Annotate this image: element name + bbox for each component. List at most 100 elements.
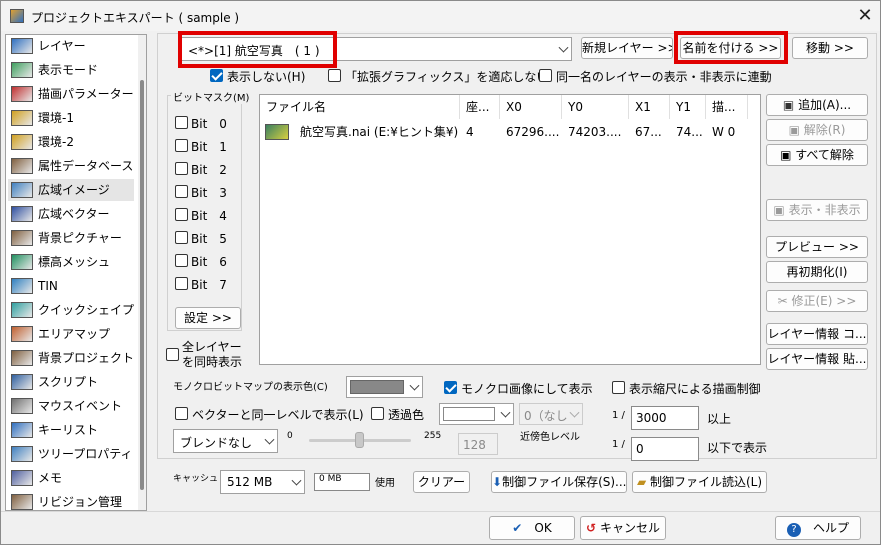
sidebar-item[interactable]: 環境-2 [8, 131, 134, 153]
sidebar-item[interactable]: 環境-1 [8, 107, 134, 129]
chevron-down-icon [409, 380, 420, 391]
sidebar-item[interactable]: クイックシェイプ [8, 299, 134, 321]
blend-select[interactable]: ブレンドなし [173, 429, 278, 453]
column-header[interactable]: Y1 [670, 95, 706, 119]
sidebar-item[interactable]: 表示モード [8, 59, 134, 81]
hide-checkbox[interactable] [210, 69, 223, 82]
near-color-select[interactable]: 0（なし [519, 403, 583, 425]
bit-checkbox[interactable] [175, 139, 188, 152]
ok-label: OK [534, 521, 552, 535]
sidebar-item[interactable]: リビジョン管理 [8, 491, 134, 510]
bitmask-title: ビットマスク(M) [171, 89, 252, 104]
mono-image-checkbox[interactable] [444, 381, 457, 394]
sidebar-item-label: ツリープロパティ [38, 447, 133, 461]
column-header[interactable]: 座... [460, 95, 500, 119]
sidebar-item-label: 環境-1 [38, 111, 74, 125]
layer-info-copy-button[interactable]: レイヤー情報 コ... [766, 323, 868, 345]
reinit-button[interactable]: 再初期化(I) [766, 261, 868, 283]
bit-checkbox[interactable] [175, 162, 188, 175]
column-header[interactable]: ファイル名 [260, 95, 460, 119]
column-header[interactable]: X1 [629, 95, 670, 119]
remove-all-button[interactable]: ▣ すべて解除 [766, 144, 868, 166]
sidebar-item[interactable]: スクリプト [8, 371, 134, 393]
bit-label: Bit 0 [191, 117, 227, 131]
add-button[interactable]: ▣ 追加(A)... [766, 94, 868, 116]
sidebar-item[interactable]: レイヤー [8, 35, 134, 57]
save-ctrl-label: 制御ファイル保存(S)... [502, 475, 627, 489]
bitmask-settings-button[interactable]: 設定 >> [175, 307, 241, 329]
scale-upper-input[interactable]: 3000 [631, 406, 699, 430]
quick-shape-icon [11, 302, 33, 318]
cancel-button[interactable]: ↺ キャンセル [580, 516, 666, 540]
table-row[interactable]: 航空写真.nai (E:¥ヒント集¥) 4 67296.... 74203.... 67… [260, 123, 748, 141]
move-button[interactable]: 移動 >> [792, 37, 868, 59]
sidebar-item[interactable]: 属性データベース [8, 155, 134, 177]
scale-lower-input[interactable]: 0 [631, 437, 699, 461]
category-list[interactable]: レイヤー 表示モード 描画パラメーター環境-1 環境-2 属性データベース 広域イメージ広… [5, 34, 147, 511]
sidebar-item[interactable]: 背景プロジェクト [8, 347, 134, 369]
new-layer-button[interactable]: 新規レイヤー >> [581, 37, 673, 59]
load-ctrl-button[interactable]: ▰ 制御ファイル読込(L) [632, 471, 767, 493]
modify-button[interactable]: ✂ 修正(E) >> [766, 290, 868, 312]
table-cell: 74203.... [568, 125, 622, 139]
column-header[interactable]: Y0 [562, 95, 629, 119]
sidebar-item[interactable]: キーリスト [8, 419, 134, 441]
same-level-checkbox[interactable] [175, 407, 188, 420]
layer-info-paste-button[interactable]: レイヤー情報 貼... [766, 348, 868, 370]
mono-color-select[interactable] [346, 376, 423, 398]
clear-button[interactable]: クリアー [413, 471, 470, 493]
sidebar-item-label: エリアマップ [38, 327, 111, 341]
blend-slider-thumb[interactable] [355, 432, 364, 448]
column-header[interactable]: 描... [706, 95, 748, 119]
scale-ctrl-checkbox[interactable] [612, 381, 625, 394]
blend-value-input[interactable]: 128 [458, 433, 498, 455]
bit-checkbox[interactable] [175, 254, 188, 267]
sidebar-item-label: 標高メッシュ [38, 255, 111, 269]
sidebar-item[interactable]: 背景ピクチャー [8, 227, 134, 249]
window-title: プロジェクトエキスパート ( sample ) [31, 11, 240, 25]
bit-checkbox[interactable] [175, 208, 188, 221]
column-header[interactable]: X0 [500, 95, 562, 119]
add-button-label: 追加(A)... [798, 98, 852, 112]
sidebar-item[interactable]: TIN [8, 275, 134, 297]
show-hide-button[interactable]: ▣ 表示・非表示 [766, 199, 868, 221]
help-button[interactable]: ? ヘルプ [775, 516, 861, 540]
bit-checkbox[interactable] [175, 231, 188, 244]
sidebar-item[interactable]: ツリープロパティ [8, 443, 134, 465]
key-list-icon [11, 422, 33, 438]
scale-lower-label: 以下で表示 [707, 441, 768, 455]
cache-value: 512 MB [227, 475, 273, 489]
sidebar-item[interactable]: 広域イメージ [8, 179, 134, 201]
apply-ext-checkbox[interactable] [328, 69, 341, 82]
revision-icon [11, 494, 33, 510]
all-layers-checkbox[interactable] [166, 348, 179, 361]
remove-icon: ▣ [788, 123, 804, 137]
file-list[interactable]: ファイル名 座... X0 Y0 X1 Y1 描... 航空写真.nai (E:¥ヒント集¥)… [259, 94, 761, 365]
load-ctrl-label: 制御ファイル読込(L) [649, 475, 763, 489]
bit-checkbox[interactable] [175, 185, 188, 198]
sidebar-item[interactable]: 標高メッシュ [8, 251, 134, 273]
sidebar-scroll-thumb[interactable] [140, 80, 144, 490]
transparent-checkbox[interactable] [371, 407, 384, 420]
sidebar-item[interactable]: エリアマップ [8, 323, 134, 345]
apply-ext-label: 「拡張グラフィックス」を適応しない [345, 70, 549, 84]
remove-button[interactable]: ▣ 解除(R) [766, 119, 868, 141]
cache-select[interactable]: 512 MB [220, 470, 305, 494]
sidebar-item[interactable]: マウスイベント [8, 395, 134, 417]
bit-label: Bit 4 [191, 209, 227, 223]
sidebar-item[interactable]: 描画パラメーター [8, 83, 134, 105]
sidebar-item[interactable]: 広域ベクター [8, 203, 134, 225]
ok-button[interactable]: ✔ OK [489, 516, 575, 540]
cancel-label: キャンセル [599, 521, 660, 535]
tin-icon [11, 278, 33, 294]
same-name-checkbox[interactable] [539, 69, 552, 82]
sidebar-item-label: 環境-2 [38, 135, 74, 149]
preview-button[interactable]: プレビュー >> [766, 236, 868, 258]
save-ctrl-button[interactable]: ⬇制御ファイル保存(S)... [491, 471, 627, 493]
sidebar-item[interactable]: メモ [8, 467, 134, 489]
app-icon [10, 9, 24, 23]
close-button[interactable]: ✕ [853, 4, 877, 28]
bit-checkbox[interactable] [175, 116, 188, 129]
transparent-color-select[interactable] [439, 403, 514, 425]
bit-checkbox[interactable] [175, 277, 188, 290]
